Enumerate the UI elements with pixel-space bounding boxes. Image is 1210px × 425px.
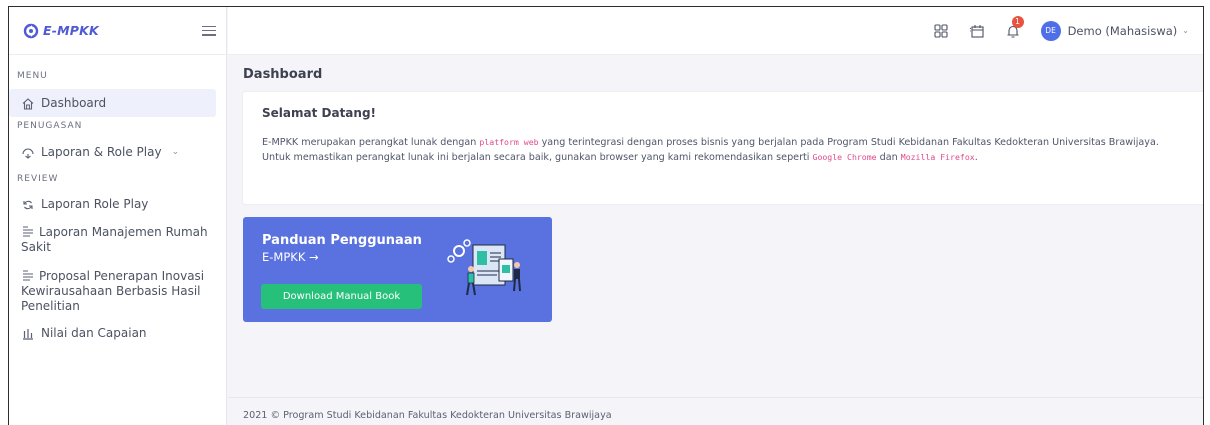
section-review: REVIEW <box>17 174 59 184</box>
topbar: 1 DE Demo (Mahasiswa) ⌄ <box>228 7 1203 55</box>
welcome-text: E-MPKK merupakan perangkat lunak dengan … <box>262 135 1186 165</box>
download-manual-button[interactable]: Download Manual Book <box>261 284 422 309</box>
notification-badge: 1 <box>1011 15 1024 28</box>
chevron-down-icon: ⌄ <box>171 147 180 157</box>
brand-logo[interactable]: E-MPKK <box>23 23 99 39</box>
welcome-title: Selamat Datang! <box>262 106 377 120</box>
brand-mark-icon <box>23 23 39 38</box>
code-google-chrome: Google Chrome <box>812 152 877 162</box>
sidebar-item-laporan-role-play-menu[interactable]: Laporan & Role Play ⌄ <box>9 145 226 160</box>
sidebar-item-label: Proposal Penerapan Inovasi Kewirausahaan… <box>21 269 205 313</box>
sidebar-item-label: Nilai dan Capaian <box>41 326 147 340</box>
guide-card: Panduan Penggunaan E-MPKK → Download Man… <box>243 217 552 322</box>
refresh-icon <box>23 200 33 210</box>
footer: 2021 © Program Studi Kebidanan Fakultas … <box>228 397 1203 425</box>
sidebar-item-nilai-capaian[interactable]: Nilai dan Capaian <box>9 326 226 341</box>
avatar[interactable]: DE <box>1040 20 1061 41</box>
section-menu: MENU <box>17 71 48 81</box>
sidebar-item-label: Laporan & Role Play <box>41 145 162 159</box>
sidebar-item-label: Dashboard <box>41 95 107 110</box>
calendar-icon[interactable] <box>969 23 985 39</box>
welcome-text-part: . <box>974 152 978 163</box>
laporan-icon <box>22 148 34 159</box>
chevron-down-icon[interactable]: ⌄ <box>1182 26 1189 35</box>
brand-name: E-MPKK <box>43 23 99 38</box>
document-icon <box>23 270 33 281</box>
sidebar-item-laporan-manajemen[interactable]: Laporan Manajemen Rumah Sakit <box>9 223 226 255</box>
sidebar-item-label: Laporan Manajemen Rumah Sakit <box>21 225 208 254</box>
sidebar-item-label: Laporan Role Play <box>41 197 149 211</box>
grid-icon[interactable] <box>933 23 949 39</box>
home-icon <box>22 97 34 110</box>
section-penugasan: PENUGASAN <box>17 121 83 131</box>
app-frame: E-MPKK MENU Dashboard PENUGASAN Laporan … <box>8 6 1204 425</box>
document-icon <box>23 226 33 237</box>
welcome-text-part: dan <box>876 152 901 163</box>
notification-button[interactable]: 1 <box>1005 15 1024 39</box>
brand-bar: E-MPKK <box>9 7 226 55</box>
welcome-text-part: E-MPKK merupakan perangkat lunak dengan <box>262 137 480 148</box>
menu-toggle-icon[interactable] <box>202 25 216 36</box>
guide-illustration-icon <box>447 239 521 296</box>
code-mozilla-firefox: Mozilla Firefox <box>900 152 975 162</box>
chart-icon <box>23 329 33 340</box>
sidebar-item-dashboard[interactable]: Dashboard <box>9 89 216 117</box>
code-platform-web: platform web <box>479 137 539 147</box>
page-title: Dashboard <box>243 67 323 82</box>
user-menu-name[interactable]: Demo (Mahasiswa) <box>1068 24 1178 38</box>
footer-text: 2021 © Program Studi Kebidanan Fakultas … <box>243 410 612 421</box>
sidebar-item-laporan-role-play[interactable]: Laporan Role Play <box>9 197 226 212</box>
sidebar: E-MPKK MENU Dashboard PENUGASAN Laporan … <box>9 7 227 425</box>
sidebar-item-proposal-penerapan[interactable]: Proposal Penerapan Inovasi Kewirausahaan… <box>9 267 226 314</box>
welcome-card: Selamat Datang! E-MPKK merupakan perangk… <box>243 92 1203 204</box>
